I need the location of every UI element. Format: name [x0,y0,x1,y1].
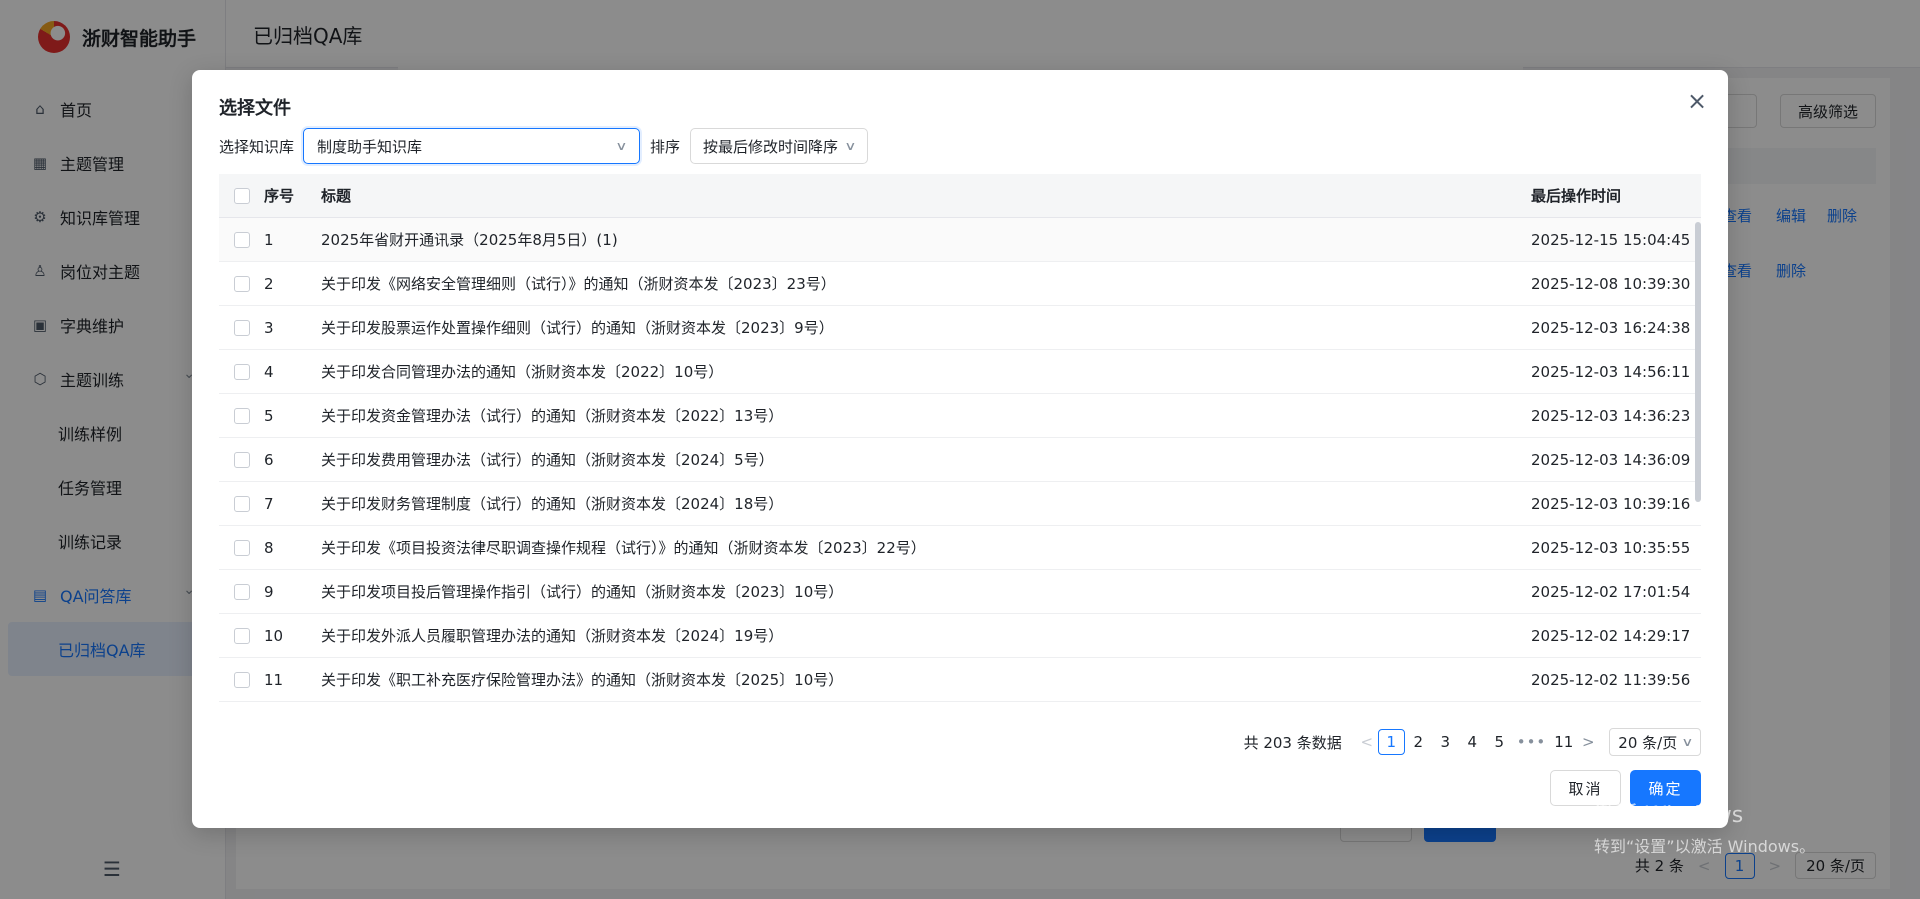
row-checkbox[interactable] [233,319,250,336]
row-checkbox[interactable] [233,407,250,424]
table-row[interactable]: 6 关于印发费用管理办法（试行）的通知（浙财资本发〔2024〕5号） 2025-12… [219,438,1701,482]
select-all-checkbox[interactable] [233,187,250,204]
row-checkbox[interactable] [233,495,250,512]
row-checkbox[interactable] [233,583,250,600]
row-index: 11 [264,670,284,689]
table-row[interactable]: 8 关于印发《项目投资法律尽职调查操作规程（试行）》的通知（浙财资本发〔2023〕… [219,526,1701,570]
table-scrollbar[interactable] [1695,218,1701,709]
row-index: 6 [264,450,274,469]
dialog-footer: 取消 确定 [1550,770,1701,806]
row-index: 5 [264,406,274,425]
sort-label: 排序 [650,137,681,156]
row-index: 9 [264,582,274,601]
page-last[interactable]: 11 [1550,729,1577,755]
table-row[interactable]: 5 关于印发资金管理办法（试行）的通知（浙财资本发〔2022〕13号） 2025-1… [219,394,1701,438]
filter-row: 选择知识库 制度助手知识库 ∨ 排序 按最后修改时间降序 ∨ [219,128,868,164]
row-time: 2025-12-08 10:39:30 [1531,274,1691,293]
scrollbar-thumb[interactable] [1695,222,1701,502]
close-icon[interactable]: × [1684,88,1710,114]
page-1[interactable]: 1 [1377,729,1405,755]
row-time: 2025-12-03 14:36:09 [1531,450,1691,469]
table-row[interactable]: 7 关于印发财务管理制度（试行）的通知（浙财资本发〔2024〕18号） 2025-1… [219,482,1701,526]
table-row[interactable]: 2 关于印发《网络安全管理细则（试行）》的通知（浙财资本发〔2023〕23号） 20… [219,262,1701,306]
row-checkbox[interactable] [233,231,250,248]
row-time: 2025-12-02 14:29:17 [1531,626,1691,645]
page-2[interactable]: 2 [1405,729,1432,755]
page-4[interactable]: 4 [1459,729,1486,755]
row-index: 4 [264,362,274,381]
page-ellipsis[interactable]: ••• [1513,733,1551,751]
row-title: 关于印发财务管理制度（试行）的通知（浙财资本发〔2024〕18号） [321,495,784,513]
cancel-button[interactable]: 取消 [1550,770,1621,806]
row-title: 关于印发合同管理办法的通知（浙财资本发〔2022〕10号） [321,363,724,381]
row-checkbox[interactable] [233,539,250,556]
table-row[interactable]: 10 关于印发外派人员履职管理办法的通知（浙财资本发〔2024〕19号） 2025-… [219,614,1701,658]
dialog-title: 选择文件 [219,98,291,119]
row-index: 1 [264,230,274,249]
row-title: 关于印发项目投后管理操作指引（试行）的通知（浙财资本发〔2023〕10号） [321,583,844,601]
page-size-value: 20 条/页 [1618,733,1678,752]
table-row[interactable]: 1 2025年省财开通讯录（2025年8月5日）(1) 2025-12-15 15:… [219,218,1701,262]
select-file-dialog: 选择文件 × 选择知识库 制度助手知识库 ∨ 排序 按最后修改时间降序 ∨ 序号… [192,70,1728,828]
table-row[interactable]: 3 关于印发股票运作处置操作细则（试行）的通知（浙财资本发〔2023〕9号） 202… [219,306,1701,350]
row-time: 2025-12-02 11:39:56 [1531,670,1691,689]
table-row[interactable]: 9 关于印发项目投后管理操作指引（试行）的通知（浙财资本发〔2023〕10号） 20… [219,570,1701,614]
row-title: 关于印发股票运作处置操作细则（试行）的通知（浙财资本发〔2023〕9号） [321,319,834,337]
sort-select-value: 按最后修改时间降序 [703,137,839,156]
column-header-index: 序号 [264,187,295,205]
column-header-time[interactable]: 最后操作时间 [1531,185,1701,206]
row-checkbox[interactable] [233,627,250,644]
row-time: 2025-12-15 15:04:45 [1531,230,1691,249]
row-title: 关于印发费用管理办法（试行）的通知（浙财资本发〔2024〕5号） [321,451,774,469]
row-time: 2025-12-03 10:39:16 [1531,494,1691,513]
row-checkbox[interactable] [233,275,250,292]
table-body: 1 2025年省财开通讯录（2025年8月5日）(1) 2025-12-15 15:… [219,218,1701,702]
row-time: 2025-12-03 10:35:55 [1531,538,1691,557]
page-5[interactable]: 5 [1486,729,1513,755]
next-page-icon[interactable]: > [1577,733,1599,751]
pagination: 共 203 条数据 < 1 2 3 4 5 ••• 11 > 20 条/页 ∨ [1244,728,1701,756]
chevron-down-icon: ∨ [615,139,628,153]
table-header: 序号 标题 最后操作时间 [219,174,1701,218]
kb-select[interactable]: 制度助手知识库 ∨ [303,128,641,164]
row-title: 关于印发《项目投资法律尽职调查操作规程（试行）》的通知（浙财资本发〔2023〕2… [321,539,926,557]
row-checkbox[interactable] [233,671,250,688]
row-index: 10 [264,626,284,645]
page-size-select[interactable]: 20 条/页 ∨ [1609,728,1701,756]
row-title: 2025年省财开通讯录（2025年8月5日）(1) [321,231,618,249]
row-checkbox[interactable] [233,451,250,468]
row-title: 关于印发《网络安全管理细则（试行）》的通知（浙财资本发〔2023〕23号） [321,275,836,293]
row-index: 8 [264,538,274,557]
pagination-total: 共 203 条数据 [1243,733,1342,752]
table-row[interactable]: 4 关于印发合同管理办法的通知（浙财资本发〔2022〕10号） 2025-12-03… [219,350,1701,394]
prev-page-icon[interactable]: < [1356,733,1378,751]
chevron-down-icon: ∨ [844,139,857,153]
row-checkbox[interactable] [233,363,250,380]
row-index: 3 [264,318,274,337]
row-title: 关于印发资金管理办法（试行）的通知（浙财资本发〔2022〕13号） [321,407,784,425]
row-title: 关于印发外派人员履职管理办法的通知（浙财资本发〔2024〕19号） [321,627,784,645]
row-title: 关于印发《职工补充医疗保险管理办法》的通知（浙财资本发〔2025〕10号） [321,671,844,689]
confirm-button[interactable]: 确定 [1630,770,1701,806]
row-time: 2025-12-03 14:56:11 [1531,362,1691,381]
chevron-down-icon: ∨ [1681,735,1694,749]
table-row[interactable]: 11 关于印发《职工补充医疗保险管理办法》的通知（浙财资本发〔2025〕10号） 2… [219,658,1701,702]
row-time: 2025-12-02 17:01:54 [1531,582,1691,601]
kb-select-label: 选择知识库 [219,137,295,156]
file-table: 序号 标题 最后操作时间 1 2025年省财开通讯录（2025年8月5日）(1) 2… [219,174,1701,709]
row-time: 2025-12-03 14:36:23 [1531,406,1691,425]
sort-select[interactable]: 按最后修改时间降序 ∨ [690,128,868,164]
kb-select-value: 制度助手知识库 [317,137,423,156]
row-time: 2025-12-03 16:24:38 [1531,318,1691,337]
column-header-title: 标题 [321,187,352,205]
row-index: 7 [264,494,274,513]
row-index: 2 [264,274,274,293]
page-3[interactable]: 3 [1432,729,1459,755]
